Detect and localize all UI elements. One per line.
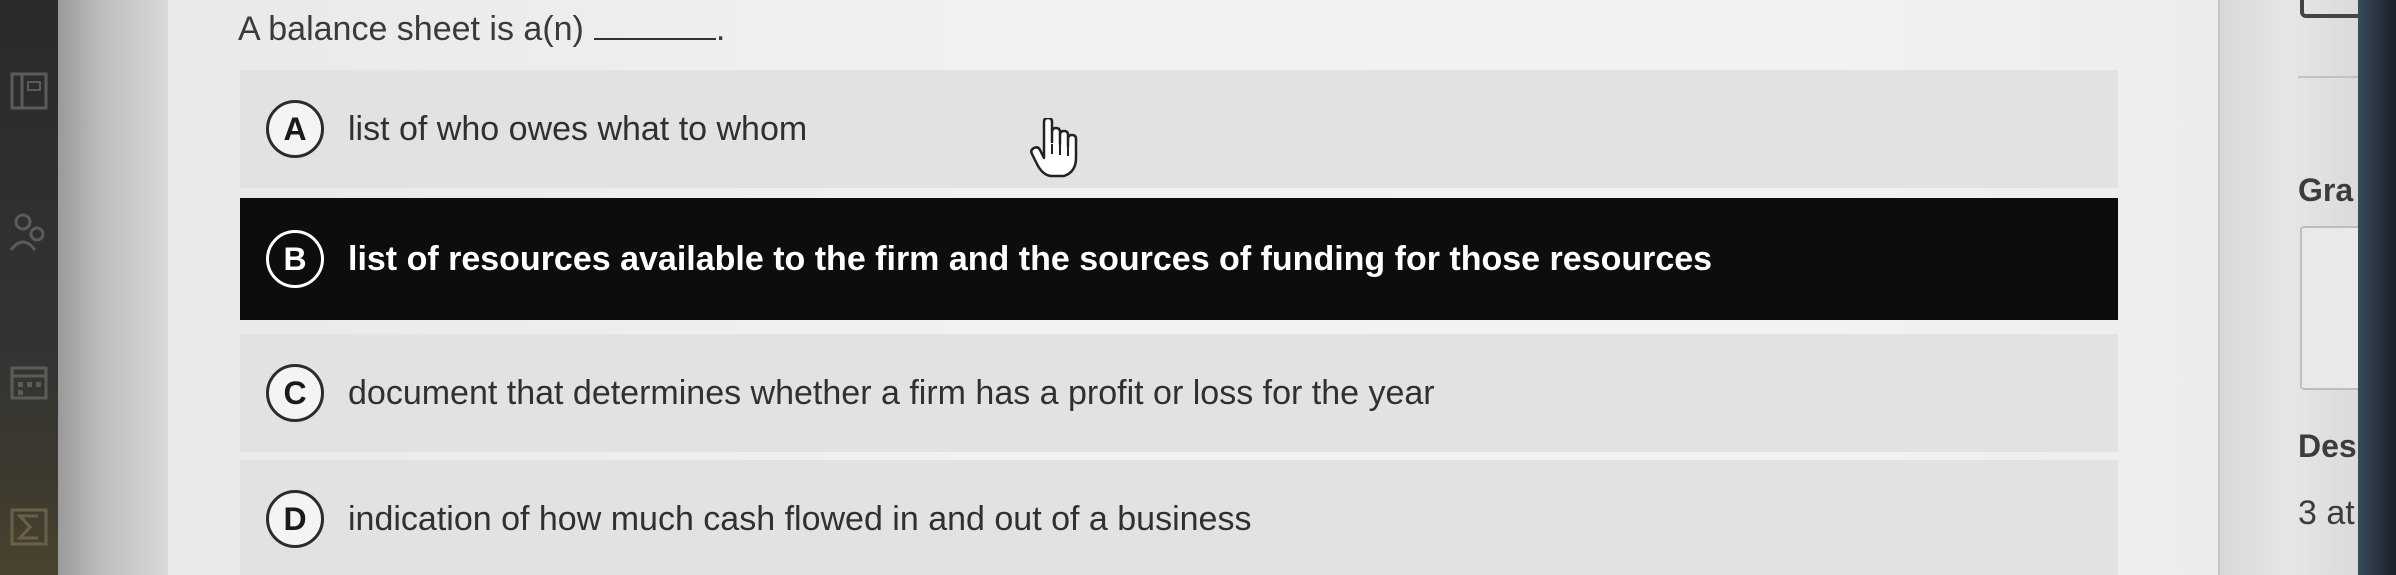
option-text-d: indication of how much cash flowed in an… [348,499,1252,538]
question-text: A balance sheet is a(n) [238,10,584,48]
sigma-icon[interactable] [8,506,50,548]
option-text-a: list of who owes what to whom [348,109,808,148]
option-letter-b: B [266,230,324,288]
option-d[interactable]: D indication of how much cash flowed in … [240,460,2118,575]
option-text-b: list of resources available to the firm … [348,239,1713,278]
question-prompt: A balance sheet is a(n) . [238,8,725,49]
panel-box[interactable] [2300,0,2360,18]
calendar-icon[interactable] [8,360,50,402]
users-icon[interactable] [8,210,50,252]
option-letter-d: D [266,490,324,548]
left-sidebar [0,0,58,575]
option-c[interactable]: C document that determines whether a fir… [240,334,2118,452]
option-a[interactable]: A list of who owes what to whom [240,70,2118,188]
right-edge [2358,0,2396,575]
option-text-c: document that determines whether a firm … [348,373,1435,412]
right-panel: Gra Des 3 at [2218,0,2360,575]
option-letter-a: A [266,100,324,158]
panel-card[interactable] [2300,226,2360,390]
panel-label-description: Des [2298,428,2357,464]
question-end-punct: . [715,10,726,48]
question-panel: A balance sheet is a(n) . A list of who … [168,0,2218,575]
panel-label-grade: Gra [2298,172,2354,208]
book-icon[interactable] [8,70,50,112]
hand-pointer-icon [1030,116,1078,178]
screen: A balance sheet is a(n) . A list of who … [0,0,2396,575]
divider [2298,76,2360,78]
panel-value-attempts: 3 at [2298,494,2355,532]
answer-blank [593,8,716,40]
option-b[interactable]: B list of resources available to the fir… [240,198,2118,320]
left-gutter [58,0,220,575]
option-letter-c: C [266,364,324,422]
